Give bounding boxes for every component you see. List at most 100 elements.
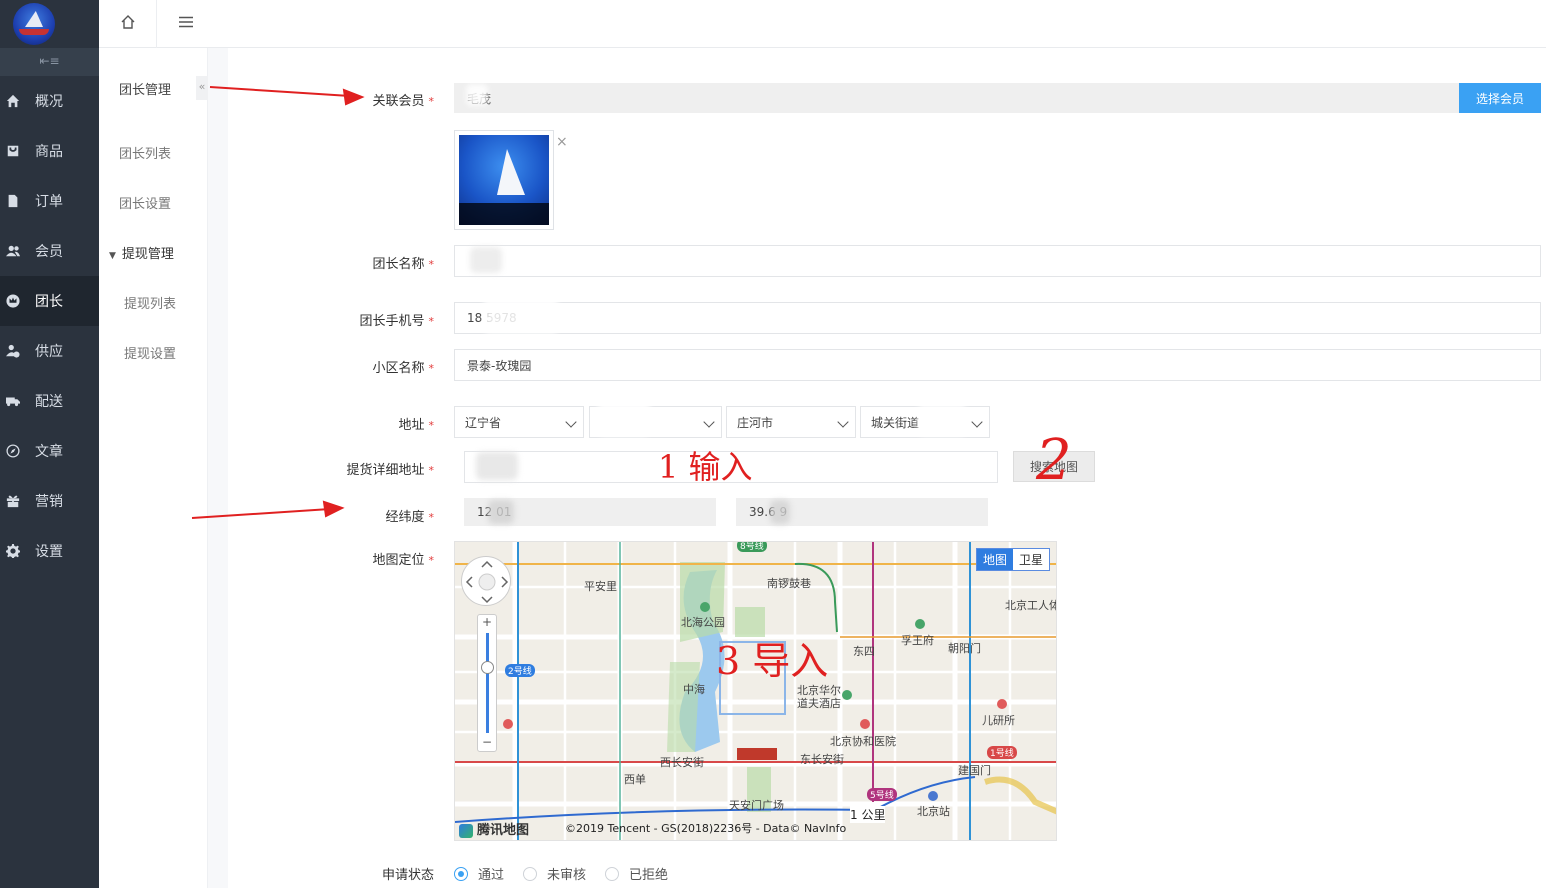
map-badge-line1: 1号线	[987, 746, 1017, 759]
remove-avatar-button[interactable]: ×	[556, 134, 568, 150]
subnav-item-withdraw-settings[interactable]: 提现设置	[124, 343, 176, 362]
sidebar-item-label: 配送	[35, 394, 63, 410]
home-outline-icon	[120, 14, 136, 34]
sidebar-item-label: 团长	[35, 294, 63, 310]
sidebar-item-supply[interactable]: 供应	[0, 326, 99, 376]
map-label-east-changan: 东长安街	[800, 753, 844, 766]
subnav-item-leader-list[interactable]: 团长列表	[119, 143, 171, 162]
community-input[interactable]: 景泰-玫瑰园	[454, 349, 1541, 381]
menu-toggle-button[interactable]	[157, 0, 215, 48]
supplier-icon	[6, 344, 20, 358]
sidebar-item-overview[interactable]: 概况	[0, 76, 99, 126]
sidebar-item-goods[interactable]: 商品	[0, 126, 99, 176]
sidebar-item-orders[interactable]: 订单	[0, 176, 99, 226]
map-badge-line8: 8号线	[737, 542, 767, 552]
radio-label: 已拒绝	[629, 868, 669, 883]
map-label-tiananmen: 天安门广场	[729, 799, 784, 812]
community-label: 小区名称 *	[314, 357, 434, 376]
radio-dot	[605, 866, 619, 881]
province-select[interactable]: 辽宁省	[454, 406, 584, 438]
chevron-down-icon	[837, 416, 849, 428]
privacy-blur	[918, 404, 966, 436]
crown-icon	[6, 294, 20, 308]
map-label-zhonghai: 中海	[683, 683, 705, 696]
coords-label-text: 经纬度	[385, 510, 425, 525]
map-mode-map-button[interactable]: 地图	[976, 549, 1013, 570]
privacy-blur	[470, 247, 502, 273]
status-radio-approved[interactable]: 通过	[454, 864, 504, 883]
map-brand-text: 腾讯地图	[477, 823, 530, 838]
coords-label: 经纬度 *	[314, 506, 434, 525]
member-avatar	[454, 130, 554, 230]
subnav-item-leader-settings[interactable]: 团长设置	[119, 193, 171, 212]
district-value: 庄河市	[737, 415, 774, 430]
map-label-dongsi: 东四	[853, 645, 875, 658]
sidebar-item-label: 供应	[35, 344, 63, 360]
required-mark: *	[428, 419, 435, 432]
phone-label-text: 团长手机号	[359, 314, 425, 329]
phone-label: 团长手机号 *	[314, 310, 434, 329]
district-select[interactable]: 庄河市	[726, 406, 856, 438]
required-mark: *	[428, 258, 435, 271]
map-badge-line5: 5号线	[867, 788, 897, 801]
logo-boat-icon	[19, 29, 49, 35]
status-radio-rejected[interactable]: 已拒绝	[605, 864, 668, 883]
sidebar-item-leaders[interactable]: 团长	[0, 276, 99, 326]
map-label-chaoyangmen: 朝阳门	[948, 642, 981, 655]
home-button[interactable]	[99, 0, 157, 48]
map-label-peking-union: 北京协和医院	[830, 735, 896, 748]
map-copyright: ©2019 Tencent - GS(2018)2236号 - Data© Na…	[565, 822, 847, 835]
logo-sail-icon	[25, 11, 43, 27]
avatar-caption-bar	[459, 203, 549, 225]
community-label-text: 小区名称	[372, 361, 425, 376]
pan-arrows-icon	[465, 560, 509, 604]
app: ⇤≡ 概况 商品 订单 会员 团长 供应 配送 文章 营销 设置 团长管理 团长…	[0, 0, 1546, 888]
map-label-workers-stadium: 北京工人体	[1005, 599, 1057, 612]
required-mark: *	[428, 362, 435, 375]
logo[interactable]	[13, 3, 55, 45]
subnav-group-label: 提现管理	[121, 247, 174, 262]
radio-label: 未审核	[547, 868, 587, 883]
top-bar	[99, 0, 1546, 48]
map-zoom-control[interactable]: + −	[477, 614, 497, 752]
subnav-group-withdraw[interactable]: ▼ 提现管理	[109, 243, 174, 262]
map-label-jianguomen: 建国门	[958, 764, 991, 777]
zoom-in-icon[interactable]: +	[478, 615, 496, 629]
status-radio-pending[interactable]: 未审核	[523, 864, 586, 883]
secondary-sidebar: 团长管理 团长列表 团长设置 ▼ 提现管理 提现列表 提现设置	[99, 48, 208, 888]
map-view[interactable]: 平安里 南锣鼓巷 北海公园 北京工人体 孚王府 朝阳门 东四 中海 北京华尔道夫…	[454, 541, 1057, 841]
sidebar-item-settings[interactable]: 设置	[0, 526, 99, 576]
map-label-pinganli: 平安里	[584, 580, 617, 593]
tencent-map-logo-icon	[459, 823, 473, 838]
map-label-fuwangfu: 孚王府	[901, 634, 934, 647]
address-label: 地址 *	[314, 414, 434, 433]
sidebar-item-delivery[interactable]: 配送	[0, 376, 99, 426]
privacy-blur	[476, 452, 518, 480]
sidebar-item-articles[interactable]: 文章	[0, 426, 99, 476]
zoom-slider-handle[interactable]	[481, 661, 494, 674]
annotation-step-2: 2	[1036, 428, 1072, 493]
avatar-image	[459, 135, 549, 225]
sidebar-item-label: 会员	[35, 244, 63, 260]
select-member-button[interactable]: 选择会员	[1459, 83, 1541, 113]
subnav-collapse-button[interactable]: «	[196, 76, 208, 100]
member-field[interactable]: 毛茂	[454, 83, 1460, 113]
sidebar-item-marketing[interactable]: 营销	[0, 476, 99, 526]
map-mode-satellite-button[interactable]: 卫星	[1013, 549, 1049, 570]
map-badge-line2: 2号线	[505, 664, 535, 677]
sidebar-item-members[interactable]: 会员	[0, 226, 99, 276]
map-pan-control[interactable]	[461, 556, 511, 606]
subnav-item-withdraw-list[interactable]: 提现列表	[124, 293, 176, 312]
required-mark: *	[428, 511, 435, 524]
zoom-out-icon[interactable]: −	[478, 735, 496, 749]
radio-label: 通过	[478, 868, 505, 883]
goods-icon	[6, 144, 20, 158]
sidebar-collapse-button[interactable]: ⇤≡	[0, 48, 99, 76]
leader-name-input[interactable]	[454, 245, 1541, 277]
leader-phone-input[interactable]: 18 5978	[454, 302, 1541, 334]
truck-icon	[6, 394, 20, 408]
compass-icon	[6, 444, 20, 458]
gear-icon	[6, 544, 20, 558]
sidebar-item-label: 文章	[35, 444, 63, 460]
name-label-text: 团长名称	[372, 257, 425, 272]
